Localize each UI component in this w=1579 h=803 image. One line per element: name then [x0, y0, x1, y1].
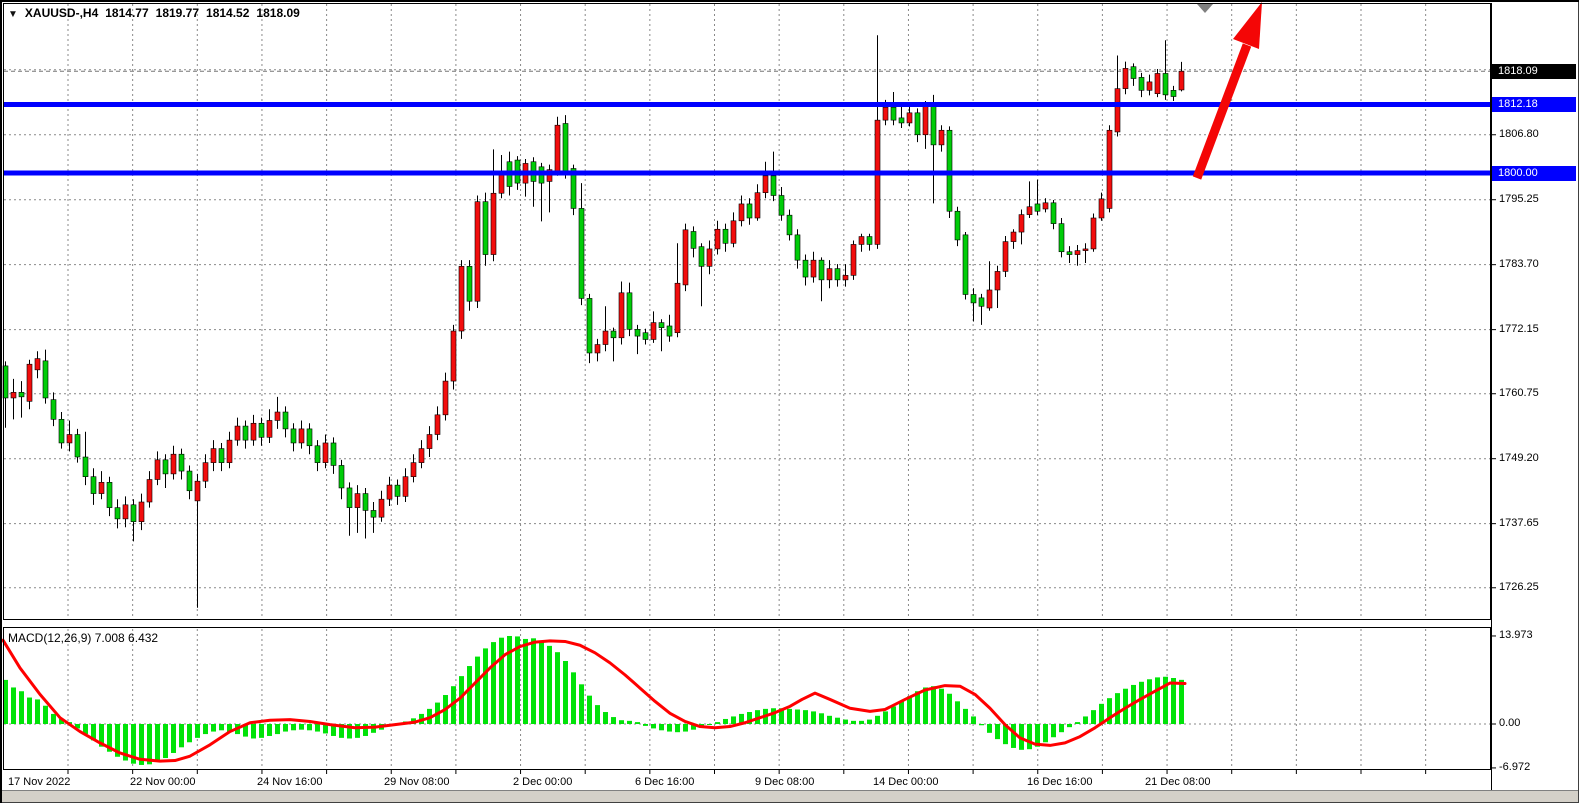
ohlc-open: 1814.77: [105, 6, 148, 20]
price-axis[interactable]: [1492, 3, 1579, 790]
chart-canvas[interactable]: [0, 0, 1579, 803]
chart-window: ▼XAUUSD-,H41814.771819.771814.521818.09 …: [0, 0, 1579, 803]
symbol-timeframe: XAUUSD-,H4: [25, 6, 98, 20]
symbol-dropdown-icon[interactable]: ▼: [8, 9, 18, 20]
chart-title: ▼ XAUUSD-,H4 1814.77 1819.77 1814.52 1818.09: [8, 6, 307, 20]
ohlc-close: 1818.09: [256, 6, 299, 20]
macd-indicator-label: MACD(12,26,9) 7.008 6.432: [8, 631, 158, 645]
ohlc-high: 1819.77: [156, 6, 199, 20]
time-axis[interactable]: [3, 770, 1491, 792]
ohlc-low: 1814.52: [206, 6, 249, 20]
